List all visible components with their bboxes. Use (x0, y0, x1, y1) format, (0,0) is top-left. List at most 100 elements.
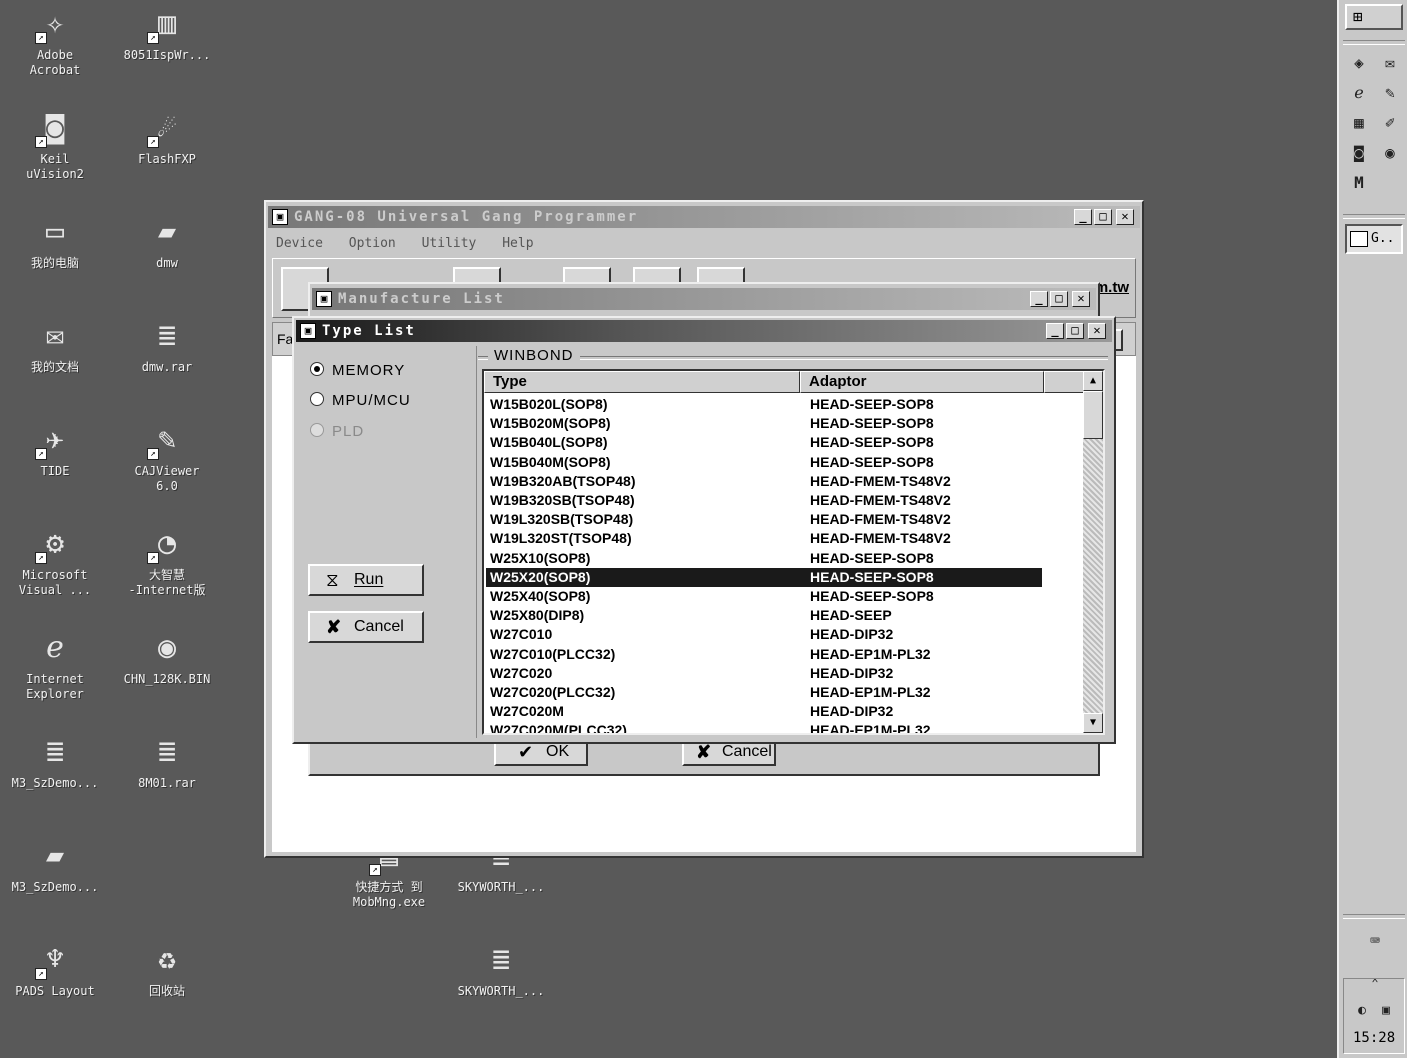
desktop-icon[interactable]: ✈ ↗ TIDE (0, 420, 110, 479)
list-item[interactable]: W19B320AB(TSOP48) HEAD-FMEM-TS48V2 (486, 472, 1042, 491)
desktop-icon[interactable]: ♻ 回收站 (112, 940, 222, 999)
volume-icon[interactable]: ◐ (1351, 1000, 1373, 1022)
desktop-icon[interactable]: ℯ Internet Explorer (0, 628, 110, 702)
type-list-cancel-button[interactable]: ✘ Cancel (308, 611, 424, 643)
adaptor-cell: HEAD-SEEP-SOP8 (810, 549, 934, 566)
desktop-icon[interactable]: ✎ ↗ CAJViewer 6.0 (112, 420, 222, 494)
adaptor-cell: HEAD-FMEM-TS48V2 (810, 492, 951, 508)
scroll-thumb[interactable] (1083, 391, 1103, 439)
keil-icon: ◙ ↗ (35, 108, 75, 148)
maximize-button[interactable]: □ (1066, 323, 1084, 339)
shortcut-arrow-icon: ↗ (147, 552, 159, 564)
device-type-list[interactable]: Type Adaptor W15B020L(SOP8) HEAD-SEEP-SOP… (482, 369, 1105, 735)
adaptor-cell: HEAD-SEEP-SOP8 (810, 568, 934, 585)
desktop-icon[interactable]: ≣ dmw.rar (112, 316, 222, 375)
desktop-icon[interactable]: ◔ ↗ 大智慧 -Internet版 (112, 524, 222, 598)
type-cell: W27C020 (490, 664, 553, 681)
show-desktop-icon[interactable]: ◈ (1348, 52, 1370, 74)
desktop-icon[interactable]: ♆ ↗ PADS Layout (0, 940, 110, 999)
maximize-button[interactable]: □ (1094, 209, 1112, 225)
desktop-icon[interactable]: ⚙ ↗ Microsoft Visual ... (0, 524, 110, 598)
scroll-down-button[interactable]: ▼ (1083, 713, 1103, 733)
keil-quick-icon[interactable]: ◙ (1348, 142, 1370, 164)
start-button[interactable]: ⊞ (1345, 4, 1403, 30)
desktop-icon[interactable]: ◉ CHN_128K.BIN (112, 628, 222, 687)
visual-studio-icon: ⚙ ↗ (35, 524, 75, 564)
minimize-button[interactable]: _ (1046, 323, 1064, 339)
menu-help[interactable]: Help (502, 236, 533, 251)
minimize-button[interactable]: _ (1074, 209, 1092, 225)
desktop-icon[interactable]: ≣ 8M01.rar (112, 732, 222, 791)
minimize-button[interactable]: _ (1030, 291, 1048, 307)
run-button[interactable]: ⧖ Run (308, 564, 424, 596)
list-item[interactable]: W25X40(SOP8) HEAD-SEEP-SOP8 (486, 587, 1042, 606)
edit-icon[interactable]: ✎ (1379, 82, 1401, 104)
list-item[interactable]: W25X20(SOP8) HEAD-SEEP-SOP8 (486, 567, 1042, 587)
desktop-icon[interactable]: ▥ ↗ 8051IspWr... (112, 4, 222, 63)
desktop-icon[interactable]: ▭ 我的电脑 (0, 212, 110, 271)
outlook-icon[interactable]: ✉ (1379, 52, 1401, 74)
close-button[interactable]: ✕ (1116, 209, 1134, 225)
taskbar-divider (1343, 214, 1405, 219)
internet-explorer-quick-icon[interactable]: ℯ (1348, 82, 1370, 104)
menu-utility[interactable]: Utility (422, 236, 477, 251)
list-item[interactable]: W27C020 HEAD-DIP32 (486, 664, 1042, 683)
media-player-icon[interactable]: ◉ (1379, 142, 1401, 164)
shortcut-arrow-icon: ↗ (369, 864, 381, 876)
desktop-icon[interactable]: ✉ 我的文档 (0, 316, 110, 375)
gang-programmer-title-bar[interactable]: ▣ GANG-08 Universal Gang Programmer _ □ … (268, 206, 1140, 228)
list-item[interactable]: W27C010 HEAD-DIP32 (486, 625, 1042, 644)
menu-device[interactable]: Device (276, 236, 323, 251)
list-item[interactable]: W27C020(PLCC32) HEAD-EP1M-PL32 (486, 683, 1042, 702)
radio-pld[interactable]: PLD (310, 423, 364, 440)
calendar-icon[interactable]: ▦ (1348, 112, 1370, 134)
manufacture-list-title-bar[interactable]: ▣ Manufacture List _ □ ✕ (312, 288, 1096, 310)
desktop-icon[interactable]: ≣ SKYWORTH_... (446, 940, 556, 999)
close-button[interactable]: ✕ (1088, 323, 1106, 339)
desktop-icon[interactable]: ≣ M3_SzDemo... (0, 732, 110, 791)
task-button-label: G.. (1371, 231, 1395, 246)
type-list-title-bar[interactable]: ▣ Type List _ □ ✕ (296, 320, 1112, 342)
desktop-icon[interactable]: ▰ M3_SzDemo... (0, 836, 110, 895)
type-list-title: Type List (322, 323, 416, 339)
list-item[interactable]: W25X10(SOP8) HEAD-SEEP-SOP8 (486, 549, 1042, 568)
maximize-button[interactable]: □ (1050, 291, 1068, 307)
list-item[interactable]: W15B020M(SOP8) HEAD-SEEP-SOP8 (486, 414, 1042, 433)
adaptor-cell: HEAD-EP1M-PL32 (810, 684, 931, 700)
task-button-gang-programmer[interactable]: G.. (1345, 224, 1403, 254)
menu-option[interactable]: Option (349, 236, 396, 251)
column-header-type[interactable]: Type (484, 371, 800, 393)
clock[interactable]: 15:28 (1353, 1030, 1395, 1046)
list-item[interactable]: W15B040L(SOP8) HEAD-SEEP-SOP8 (486, 433, 1042, 452)
list-item[interactable]: W15B040M(SOP8) HEAD-SEEP-SOP8 (486, 453, 1042, 472)
scroll-up-button[interactable]: ▲ (1083, 371, 1103, 391)
desktop-icon[interactable]: ☄ ↗ FlashFXP (112, 108, 222, 167)
list-item[interactable]: W15B020L(SOP8) HEAD-SEEP-SOP8 (486, 395, 1042, 414)
column-header-adaptor[interactable]: Adaptor (800, 371, 1044, 393)
check-icon: ✔ (518, 742, 534, 762)
network-icon[interactable]: ▣ (1375, 1000, 1397, 1022)
rar-archive-icon: ≣ (491, 942, 511, 977)
list-item[interactable]: W19L320SB(TSOP48) HEAD-FMEM-TS48V2 (486, 510, 1042, 529)
list-item[interactable]: W19B320SB(TSOP48) HEAD-FMEM-TS48V2 (486, 491, 1042, 510)
type-cell: W25X10(SOP8) (490, 549, 591, 566)
radio-memory[interactable]: MEMORY (310, 362, 405, 379)
list-item[interactable]: W19L320ST(TSOP48) HEAD-FMEM-TS48V2 (486, 529, 1042, 548)
radio-mpu-mcu[interactable]: MPU/MCU (310, 392, 411, 409)
desktop-icon[interactable]: ▰ dmw (112, 212, 222, 271)
desktop-icon[interactable]: ◙ ↗ Keil uVision2 (0, 108, 110, 182)
list-item[interactable]: W25X80(DIP8) HEAD-SEEP (486, 606, 1042, 625)
paint-icon[interactable]: ✐ (1379, 112, 1401, 134)
type-cell: W27C010(PLCC32) (490, 645, 616, 662)
adaptor-cell: HEAD-EP1M-PL32 (810, 722, 931, 735)
keyboard-icon[interactable]: ⌨ (1364, 930, 1386, 952)
list-item[interactable]: W27C010(PLCC32) HEAD-EP1M-PL32 (486, 645, 1042, 664)
my-documents-icon: ✉ (45, 318, 65, 353)
vertical-scrollbar[interactable]: ▲ ▼ (1083, 371, 1103, 733)
close-button[interactable]: ✕ (1072, 291, 1090, 307)
desktop-icon-label: 我的文档 (30, 360, 79, 374)
desktop-icon[interactable]: ✧ ↗ Adobe Acrobat (0, 4, 110, 78)
list-item[interactable]: W27C020M(PLCC32) HEAD-EP1M-PL32 (486, 721, 1042, 735)
list-item[interactable]: W27C020M HEAD-DIP32 (486, 702, 1042, 721)
app-quick-icon[interactable]: M (1348, 172, 1370, 194)
